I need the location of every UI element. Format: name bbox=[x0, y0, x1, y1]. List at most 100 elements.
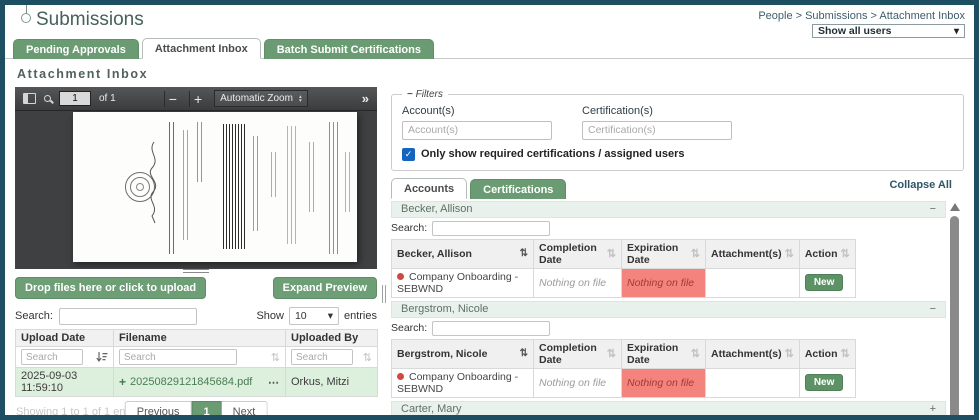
collapse-filters-icon[interactable]: − bbox=[407, 89, 413, 100]
group-search-input[interactable] bbox=[432, 221, 550, 236]
group-name: Bergstrom, Nicole bbox=[401, 303, 488, 315]
scrollbar-thumb[interactable] bbox=[950, 216, 959, 420]
attachments-table: Upload Date Filename Uploaded By ⇅ bbox=[15, 329, 378, 397]
page-header: Submissions People > Submissions > Attac… bbox=[5, 5, 974, 37]
column-header-expiration-date[interactable]: Expiration Date⇅ bbox=[622, 339, 706, 368]
pagination: Previous 1 Next bbox=[125, 401, 268, 420]
sort-icon: ⇅ bbox=[520, 248, 528, 259]
more-tools-button[interactable]: » bbox=[362, 91, 369, 106]
group-header-carter-mary[interactable]: Carter, Mary + bbox=[391, 401, 946, 418]
column-header-action[interactable]: Action⇅ bbox=[799, 339, 855, 368]
upload-dropzone-button[interactable]: Drop files here or click to upload bbox=[15, 277, 206, 299]
filename-cell: + 20250829121845684.pdf ⋯ bbox=[114, 368, 286, 397]
zoom-in-button[interactable]: + bbox=[189, 91, 206, 107]
next-page-button[interactable]: Next bbox=[222, 401, 268, 420]
accounts-input[interactable] bbox=[402, 121, 552, 140]
tab-accounts[interactable]: Accounts bbox=[391, 178, 467, 199]
new-button[interactable]: New bbox=[805, 374, 844, 391]
certification-row: Company Onboarding - SEBWND Nothing on f… bbox=[392, 368, 856, 397]
group-search-input[interactable] bbox=[432, 321, 550, 336]
user-filter-select[interactable]: Show all users ▾ bbox=[812, 24, 965, 38]
sort-icon[interactable]: ⇅ bbox=[363, 351, 372, 364]
filters-legend: − Filters bbox=[402, 89, 448, 100]
attachment-row[interactable]: 2025-09-03 11:59:10 + 20250829121845684.… bbox=[16, 368, 378, 397]
pdf-page-preview bbox=[73, 112, 357, 262]
column-header-attachments[interactable]: Attachment(s)⇅ bbox=[706, 339, 800, 368]
attachments-cell bbox=[706, 268, 800, 297]
show-label: Show bbox=[256, 310, 284, 322]
breadcrumb[interactable]: People > Submissions > Attachment Inbox bbox=[758, 10, 965, 22]
tab-certifications[interactable]: Certifications bbox=[470, 179, 566, 199]
tab-batch-submit-certifications[interactable]: Batch Submit Certifications bbox=[264, 39, 434, 59]
column-header-expiration-date[interactable]: Expiration Date⇅ bbox=[622, 239, 706, 268]
column-header-completion-date[interactable]: Completion Date⇅ bbox=[534, 339, 622, 368]
accounts-label: Account(s) bbox=[402, 105, 552, 117]
column-header-uploaded-by[interactable]: Uploaded By bbox=[286, 330, 378, 347]
sort-icon: ⇅ bbox=[691, 247, 700, 260]
column-header-upload-date[interactable]: Upload Date bbox=[16, 330, 114, 347]
upload-date-cell: 2025-09-03 11:59:10 bbox=[16, 368, 114, 397]
scroll-up-icon[interactable] bbox=[950, 203, 960, 211]
group-search-row: Search: bbox=[391, 321, 946, 336]
column-header-action[interactable]: Action⇅ bbox=[799, 239, 855, 268]
group-header-bergstrom-nicole[interactable]: Bergstrom, Nicole − bbox=[391, 301, 946, 318]
certifications-input[interactable] bbox=[582, 121, 732, 140]
new-button[interactable]: New bbox=[805, 274, 844, 291]
page-pin-icon bbox=[21, 13, 31, 23]
column-header-completion-date[interactable]: Completion Date⇅ bbox=[534, 239, 622, 268]
expand-preview-button[interactable]: Expand Preview bbox=[273, 277, 377, 299]
group-search-row: Search: bbox=[391, 221, 946, 236]
required-only-checkbox[interactable]: ✓ bbox=[402, 148, 415, 161]
filename-link[interactable]: 20250829121845684.pdf bbox=[130, 376, 264, 388]
column-header-filename[interactable]: Filename bbox=[114, 330, 286, 347]
resize-handle-vertical[interactable] bbox=[377, 87, 391, 416]
status-dot-icon bbox=[397, 373, 404, 380]
file-add-icon[interactable]: + bbox=[119, 375, 126, 389]
tab-pending-approvals[interactable]: Pending Approvals bbox=[13, 39, 139, 59]
search-label: Search: bbox=[15, 310, 53, 322]
uploaded-by-search-input[interactable] bbox=[291, 349, 353, 365]
right-tab-bar: Accounts Certifications Collapse All bbox=[391, 177, 966, 199]
sort-amount-desc-icon[interactable] bbox=[96, 352, 108, 363]
zoom-out-button[interactable]: − bbox=[164, 91, 181, 107]
signature-icon bbox=[143, 140, 165, 224]
attachments-cell bbox=[706, 368, 800, 397]
zoom-level-value: Automatic Zoom bbox=[220, 93, 293, 104]
certifications-table-bergstrom: Bergstrom, Nicole⇅ Completion Date⇅ Expi… bbox=[391, 339, 856, 398]
page-size-select[interactable]: 10 ▾ bbox=[289, 307, 339, 325]
filters-fieldset: − Filters Account(s) Certification(s) ✓ bbox=[391, 89, 964, 171]
search-label: Search: bbox=[391, 222, 427, 234]
certification-name: Company Onboarding - SEBWND bbox=[397, 271, 518, 295]
page-1-button[interactable]: 1 bbox=[192, 401, 222, 420]
row-menu-button[interactable]: ⋯ bbox=[268, 376, 280, 389]
collapse-icon[interactable]: − bbox=[930, 203, 936, 215]
tab-attachment-inbox[interactable]: Attachment Inbox bbox=[142, 38, 261, 59]
column-header-user[interactable]: Becker, Allison⇅ bbox=[392, 239, 534, 268]
expiration-date-cell: Nothing on file bbox=[622, 368, 706, 397]
filename-search-input[interactable] bbox=[119, 349, 237, 365]
sort-icon[interactable]: ⇅ bbox=[271, 351, 280, 364]
accordion-scrollbar[interactable] bbox=[950, 203, 960, 420]
upload-date-search-input[interactable] bbox=[21, 349, 83, 365]
sort-icon: ⇅ bbox=[785, 247, 794, 260]
page-number-input[interactable] bbox=[59, 91, 91, 106]
group-header-becker-allison[interactable]: Becker, Allison − bbox=[391, 201, 946, 218]
sort-icon: ⇅ bbox=[840, 247, 849, 260]
collapse-all-link[interactable]: Collapse All bbox=[889, 179, 952, 191]
sort-icon: ⇅ bbox=[785, 347, 794, 360]
tab-bar: Pending Approvals Attachment Inbox Batch… bbox=[5, 37, 974, 59]
expand-icon[interactable]: + bbox=[930, 403, 936, 415]
attachments-toolbar: Search: Show 10 ▾ entries bbox=[15, 307, 377, 325]
search-icon[interactable] bbox=[44, 95, 51, 102]
completion-date-cell: Nothing on file bbox=[534, 368, 622, 397]
zoom-level-select[interactable]: Automatic Zoom ▴▾ bbox=[214, 90, 308, 107]
certification-name: Company Onboarding - SEBWND bbox=[397, 371, 518, 395]
attachments-search-input[interactable] bbox=[59, 308, 197, 325]
resize-handle-horizontal[interactable] bbox=[15, 269, 377, 275]
column-header-user[interactable]: Bergstrom, Nicole⇅ bbox=[392, 339, 534, 368]
sort-icon: ⇅ bbox=[840, 347, 849, 360]
collapse-icon[interactable]: − bbox=[930, 303, 936, 315]
column-header-attachments[interactable]: Attachment(s)⇅ bbox=[706, 239, 800, 268]
sidebar-toggle-icon[interactable] bbox=[23, 93, 36, 104]
previous-page-button[interactable]: Previous bbox=[125, 401, 192, 420]
